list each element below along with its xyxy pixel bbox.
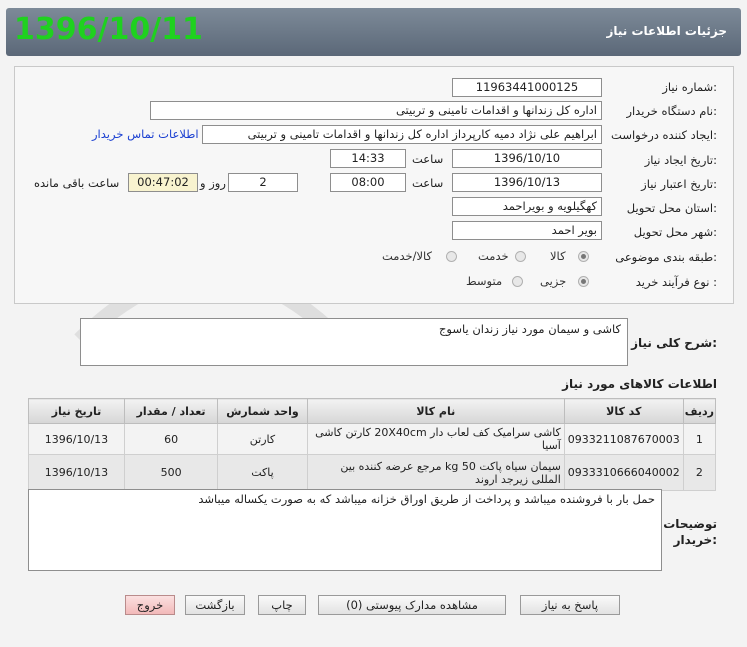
process-label: نوع فرآیند خرید : bbox=[635, 275, 717, 289]
page-header: جزئیات اطلاعات نیاز 1396/10/11 bbox=[6, 8, 741, 56]
cell-row: 2 bbox=[682, 454, 717, 491]
table-row: 1 0933211087670003 کاشی سرامیک کف لعاب د… bbox=[28, 423, 717, 455]
buyer-notes-box[interactable]: حمل بار با فروشنده میباشد و پرداخت از طر… bbox=[28, 489, 662, 571]
print-button[interactable]: چاپ bbox=[258, 595, 306, 615]
reply-button[interactable]: پاسخ به نیاز bbox=[520, 595, 620, 615]
description-label: شرح کلی نیاز: bbox=[631, 336, 717, 350]
items-section-title: اطلاعات کالاهای مورد نیاز bbox=[562, 377, 717, 391]
attachments-button[interactable]: مشاهده مدارک پیوستی (0) bbox=[318, 595, 506, 615]
process-medium-label: متوسط bbox=[466, 274, 503, 288]
category-service-label: خدمت bbox=[478, 249, 509, 263]
col-unit: واحد شمارش bbox=[217, 398, 308, 424]
cell-name: سیمان سیاه پاکت 50 kg مرجع عرضه کننده بی… bbox=[306, 454, 565, 491]
items-table: ردیف کد کالا نام کالا واحد شمارش تعداد /… bbox=[28, 398, 717, 491]
requester-field[interactable]: ابراهیم علی نژاد دمیه کارپرداز اداره کل … bbox=[202, 125, 602, 144]
created-time-field[interactable]: 14:33 bbox=[330, 149, 406, 168]
cell-name: کاشی سرامیک کف لعاب دار 20X40cm کارتن کا… bbox=[306, 423, 565, 455]
requester-label: ایجاد کننده درخواست: bbox=[611, 128, 717, 142]
cell-unit: پاکت bbox=[217, 454, 308, 491]
created-date-label: تاریخ ایجاد نیاز: bbox=[644, 153, 717, 167]
col-name: نام کالا bbox=[306, 398, 565, 424]
created-date-field[interactable]: 1396/10/10 bbox=[452, 149, 602, 168]
process-minor-label: جزیی bbox=[540, 274, 567, 288]
header-date: 1396/10/11 bbox=[14, 12, 203, 47]
cell-code: 0933211087670003 bbox=[563, 423, 684, 455]
validity-date-field[interactable]: 1396/10/13 bbox=[452, 173, 602, 192]
need-number-label: شماره نیاز: bbox=[662, 80, 717, 94]
col-code: کد کالا bbox=[563, 398, 684, 424]
category-goods-service-label: کالا/خدمت bbox=[382, 249, 433, 263]
cell-date: 1396/10/13 bbox=[28, 423, 125, 455]
buyer-contact-link[interactable]: اطلاعات تماس خریدار bbox=[92, 127, 199, 141]
buyer-org-label: نام دستگاه خریدار: bbox=[626, 104, 717, 118]
validity-date-label: تاریخ اعتبار نیاز: bbox=[641, 177, 717, 191]
province-label: استان محل تحویل: bbox=[626, 201, 717, 215]
col-date: تاریخ نیاز bbox=[28, 398, 125, 424]
cell-qty: 60 bbox=[123, 423, 219, 455]
category-radio-goods-service[interactable] bbox=[446, 251, 457, 262]
cell-unit: کارتن bbox=[217, 423, 308, 455]
remaining-time-field[interactable]: 00:47:02 bbox=[128, 173, 198, 192]
city-label: شهر محل تحویل: bbox=[633, 225, 717, 239]
category-radio-goods[interactable] bbox=[578, 251, 589, 262]
city-field[interactable]: بویر احمد bbox=[452, 221, 602, 240]
page-title: جزئیات اطلاعات نیاز bbox=[606, 24, 727, 38]
table-row: 2 0933310666040002 سیمان سیاه پاکت 50 kg… bbox=[28, 454, 717, 491]
process-radio-minor[interactable] bbox=[578, 276, 589, 287]
cell-qty: 500 bbox=[123, 454, 219, 491]
cell-code: 0933310666040002 bbox=[563, 454, 684, 491]
exit-button[interactable]: خروج bbox=[125, 595, 175, 615]
process-radio-medium[interactable] bbox=[512, 276, 523, 287]
col-row: ردیف bbox=[682, 398, 717, 424]
back-button[interactable]: بازگشت bbox=[185, 595, 245, 615]
days-label: روز و bbox=[200, 176, 226, 190]
col-qty: تعداد / مقدار bbox=[123, 398, 219, 424]
buyer-notes-label: توضیحات خریدار: bbox=[663, 516, 717, 548]
cell-date: 1396/10/13 bbox=[28, 454, 125, 491]
category-radio-service[interactable] bbox=[515, 251, 526, 262]
buyer-org-field[interactable]: اداره کل زندانها و اقدامات تامینی و تربی… bbox=[150, 101, 602, 120]
notes-label-line1: توضیحات bbox=[663, 517, 717, 531]
notes-label-line2: خریدار: bbox=[673, 533, 717, 547]
remaining-days-field[interactable]: 2 bbox=[228, 173, 298, 192]
items-table-header: ردیف کد کالا نام کالا واحد شمارش تعداد /… bbox=[28, 398, 717, 424]
validity-time-field[interactable]: 08:00 bbox=[330, 173, 406, 192]
need-number-field[interactable]: 11963441000125 bbox=[452, 78, 602, 97]
province-field[interactable]: کهگیلویه و بویراحمد bbox=[452, 197, 602, 216]
category-goods-label: کالا bbox=[550, 249, 566, 263]
validity-time-label: ساعت bbox=[412, 176, 444, 190]
cell-row: 1 bbox=[682, 423, 717, 455]
description-box[interactable]: کاشی و سیمان مورد نیاز زندان یاسوج bbox=[80, 318, 628, 366]
category-label: طبقه بندی موضوعی: bbox=[615, 250, 717, 264]
created-time-label: ساعت bbox=[412, 152, 444, 166]
remaining-label: ساعت باقی مانده bbox=[34, 176, 120, 190]
